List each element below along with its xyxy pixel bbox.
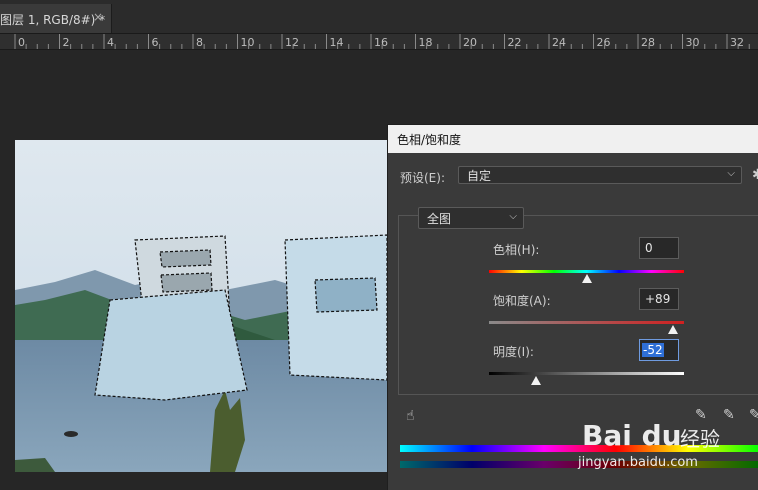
ruler-label: 6 [152,36,159,49]
channel-dropdown[interactable]: 全图 ⌵ [418,207,524,229]
saturation-slider-track[interactable] [489,321,684,324]
canvas-image[interactable] [15,140,387,472]
ruler-label: 12 [285,36,299,49]
ruler-label: 8 [196,36,203,49]
hand-target-icon[interactable]: ☝ [406,408,415,424]
dialog-title: 色相/饱和度 [397,133,462,147]
saturation-input[interactable]: +89 [639,288,679,310]
preset-dropdown[interactable]: 自定 ⌵ [458,166,742,184]
baidu-jingyan-watermark: Bai du 经验 jingyan.baidu.com [578,405,758,480]
lightness-slider-track[interactable] [489,372,684,375]
ruler-label: 2 [63,36,70,49]
ruler-label: 16 [374,36,388,49]
ruler-label: 28 [641,36,655,49]
chevron-down-icon: ⌵ [509,211,517,222]
saturation-label: 饱和度(A): [493,294,551,308]
ruler-label: 22 [508,36,522,49]
document-tab-title: 图层 1, RGB/8#) * [0,13,106,27]
chevron-down-icon: ⌵ [727,168,735,179]
dialog-titlebar[interactable]: 色相/饱和度 [388,125,758,153]
ruler-label: 30 [686,36,700,49]
lightness-label: 明度(I): [493,345,534,359]
lightness-input[interactable]: -52 [639,339,679,361]
watermark-brand: Bai du [582,419,682,452]
adjustment-group [398,215,758,395]
hue-slider-track[interactable] [489,270,684,273]
ruler-label: 0 [18,36,25,49]
ruler-label: 20 [463,36,477,49]
ruler-label: 18 [419,36,433,49]
channel-value: 全图 [427,212,452,226]
hue-input[interactable]: 0 [639,237,679,259]
ruler-ticks: 0 2 4 6 8 10 12 14 16 18 20 22 24 26 28 30 32 [14,34,750,49]
watermark-jingyan: 经验 [680,427,720,451]
close-tab-icon[interactable]: × [93,10,103,24]
hue-value: 0 [645,241,653,255]
lightness-slider-thumb[interactable] [530,376,541,385]
preset-label: 预设(E): [400,171,445,185]
saturation-slider-thumb[interactable] [668,325,679,334]
ruler-label: 26 [597,36,611,49]
gear-icon[interactable]: ✱ [752,167,758,183]
ruler-label: 10 [241,36,255,49]
landscape-photo [15,140,387,472]
ruler-label: 4 [107,36,114,49]
horizontal-ruler: 0 2 4 6 8 10 12 14 16 18 20 22 24 26 28 30 32 [0,34,758,50]
document-tab[interactable]: 图层 1, RGB/8#) * × [0,4,112,33]
ruler-label: 14 [330,36,344,49]
preset-value: 自定 [467,169,492,183]
watermark-url: jingyan.baidu.com [578,455,698,470]
ruler-label: 24 [552,36,566,49]
ruler-label: 32 [730,36,744,49]
hue-slider-thumb[interactable] [581,274,592,283]
hue-label: 色相(H): [493,243,540,257]
saturation-value: +89 [645,292,671,306]
lightness-value: -52 [642,343,664,357]
document-tab-bar: 图层 1, RGB/8#) * × [0,0,758,34]
